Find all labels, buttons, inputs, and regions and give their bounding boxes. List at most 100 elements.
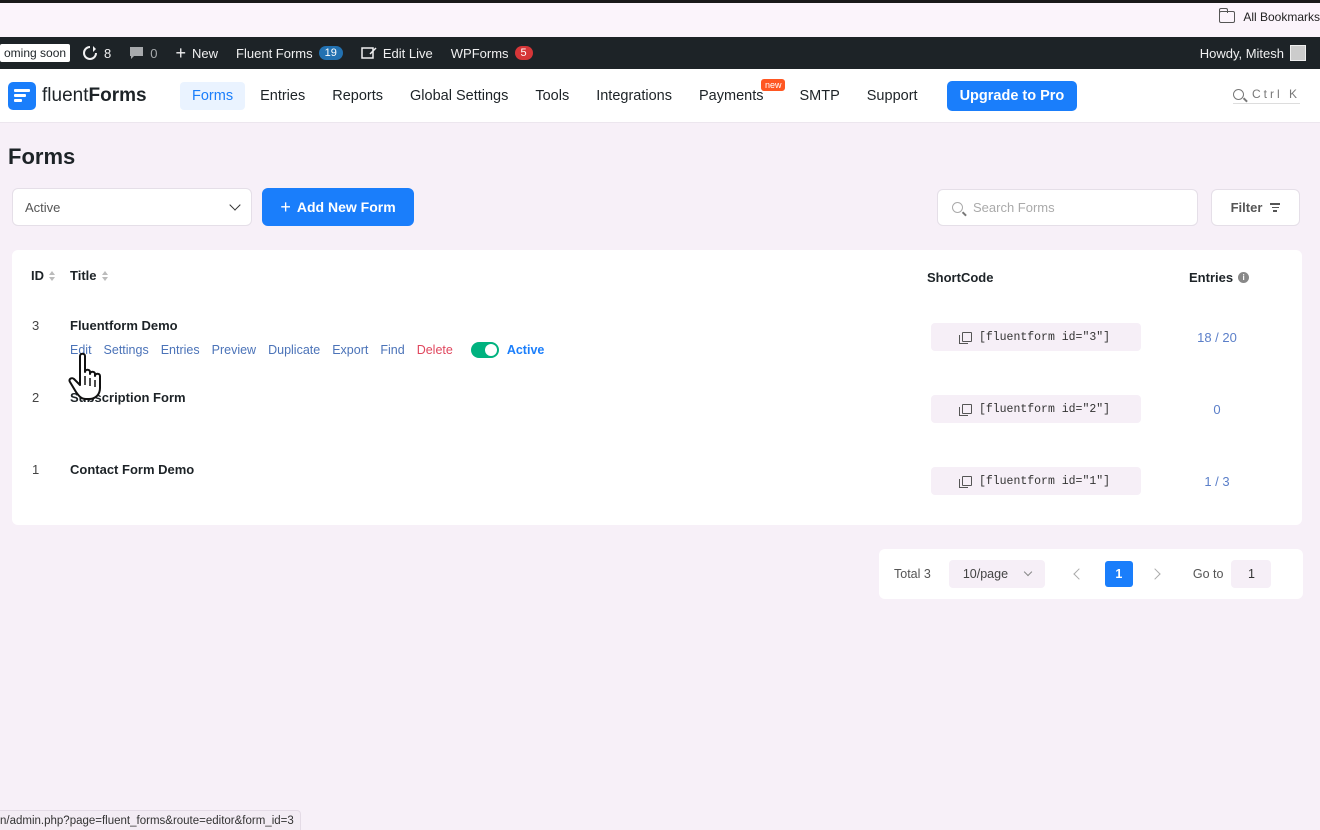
search-forms <box>937 189 1198 226</box>
nav-tools[interactable]: Tools <box>523 82 581 110</box>
search-icon <box>952 202 963 213</box>
bookmarks-bar: All Bookmarks <box>0 3 1320 37</box>
comments-count: 0 <box>150 45 158 61</box>
fluent-forms-item[interactable]: Fluent Forms 19 <box>236 46 343 61</box>
shortcode-text: [fluentform id="2"] <box>978 402 1111 416</box>
coming-soon-badge[interactable]: oming soon <box>0 44 71 62</box>
all-bookmarks[interactable]: All Bookmarks <box>1218 8 1320 24</box>
nav-global-settings[interactable]: Global Settings <box>398 82 520 110</box>
nav-reports[interactable]: Reports <box>320 82 395 110</box>
filter-label: Filter <box>1230 200 1263 215</box>
shortcode-copy[interactable]: [fluentform id="3"] <box>931 323 1141 351</box>
page-size-select[interactable]: 10/page <box>948 560 1045 588</box>
folder-icon <box>1218 8 1236 23</box>
link-status-bar: n/admin.php?page=fluent_forms&route=edit… <box>0 810 301 830</box>
entries-count[interactable]: 1 / 3 <box>1172 474 1262 489</box>
table-row[interactable]: 3 Fluentform Demo Edit Settings Entries … <box>12 318 1302 390</box>
action-export[interactable]: Export <box>332 343 368 357</box>
search-forms-input[interactable] <box>973 200 1173 215</box>
total-count: Total 3 <box>894 567 931 581</box>
row-actions: Edit Settings Entries Preview Duplicate … <box>70 342 544 358</box>
action-find[interactable]: Find <box>380 343 404 357</box>
table-row[interactable]: 2 Subscription Form [fluentform id="2"] … <box>12 390 1302 462</box>
filter-button[interactable]: Filter <box>1211 189 1300 226</box>
active-toggle[interactable] <box>470 342 499 358</box>
copy-icon <box>958 476 972 488</box>
wpforms-label: WPForms <box>450 45 509 61</box>
fluent-forms-label: Fluent Forms <box>236 45 313 61</box>
action-entries[interactable]: Entries <box>161 343 200 357</box>
pagination: Total 3 10/page 1 Go to 1 <box>879 549 1303 599</box>
shortcode-text: [fluentform id="3"] <box>978 330 1111 344</box>
nav-payments[interactable]: Payments new <box>687 78 786 110</box>
sort-icon <box>49 270 55 281</box>
filter-icon <box>1270 203 1281 212</box>
edit-live-label: Edit Live <box>382 45 433 61</box>
action-duplicate[interactable]: Duplicate <box>268 343 320 357</box>
row-title[interactable]: Contact Form Demo <box>70 462 194 477</box>
search-icon <box>1233 88 1244 100</box>
fluentforms-logo-icon <box>8 81 36 110</box>
all-bookmarks-label: All Bookmarks <box>1243 10 1320 24</box>
shortcode-copy[interactable]: [fluentform id="1"] <box>931 467 1141 495</box>
action-settings[interactable]: Settings <box>104 343 149 357</box>
search-shortcut: Ctrl K <box>1252 87 1300 101</box>
status-select[interactable]: Active <box>12 188 252 226</box>
add-new-form-button[interactable]: + Add New Form <box>262 188 414 226</box>
chevron-down-icon <box>1023 567 1033 577</box>
nav-entries[interactable]: Entries <box>248 82 317 110</box>
action-delete[interactable]: Delete <box>417 343 453 357</box>
sort-icon <box>101 270 108 281</box>
hand-pointer-cursor-icon <box>68 352 101 400</box>
page-size-value: 10/page <box>962 567 1009 581</box>
row-title[interactable]: Fluentform Demo <box>70 318 178 333</box>
howdy-label: Howdy, Mitesh <box>1199 45 1284 61</box>
wpforms-item[interactable]: WPForms 5 <box>451 46 533 61</box>
avatar <box>1290 45 1306 61</box>
copy-icon <box>958 332 972 344</box>
updates-count: 8 <box>104 45 112 61</box>
edit-live-item[interactable]: Edit Live <box>361 46 433 61</box>
nav-support[interactable]: Support <box>855 82 930 110</box>
row-id: 3 <box>32 318 40 333</box>
nav-payments-label: Payments <box>699 87 764 104</box>
header-id[interactable]: ID <box>31 268 55 283</box>
nav-integrations[interactable]: Integrations <box>584 82 684 110</box>
updates-item[interactable]: 8 <box>82 45 111 61</box>
entries-count[interactable]: 18 / 20 <box>1172 330 1262 345</box>
prev-page-icon[interactable] <box>1073 568 1085 580</box>
forms-table: ID Title ShortCode Entries i 3 Fluentfor… <box>12 250 1302 525</box>
entries-count[interactable]: 0 <box>1172 402 1262 417</box>
upgrade-to-pro-button[interactable]: Upgrade to Pro <box>946 80 1078 111</box>
fluentforms-logo[interactable]: fluentForms <box>8 81 180 110</box>
nav-smtp[interactable]: SMTP <box>787 82 851 110</box>
add-new-form-label: Add New Form <box>296 199 396 215</box>
table-row[interactable]: 1 Contact Form Demo [fluentform id="1"] … <box>12 462 1302 534</box>
comment-icon <box>130 47 144 59</box>
action-preview[interactable]: Preview <box>212 343 256 357</box>
new-badge: new <box>760 78 786 91</box>
header-shortcode: ShortCode <box>927 270 994 285</box>
updates-icon <box>83 46 98 60</box>
goto-input[interactable]: 1 <box>1231 560 1272 588</box>
info-icon[interactable]: i <box>1238 272 1250 283</box>
plugin-nav: fluentForms Forms Entries Reports Global… <box>0 69 1320 123</box>
active-status-label: Active <box>506 343 545 357</box>
new-item[interactable]: + New <box>176 44 219 62</box>
plus-icon: + <box>280 197 291 217</box>
wp-admin-bar: oming soon 8 0 + New Fluent Forms 19 Edi… <box>0 37 1320 69</box>
account-menu[interactable]: Howdy, Mitesh <box>1200 37 1306 69</box>
page-title: Forms <box>8 144 76 169</box>
header-title[interactable]: Title <box>70 268 108 283</box>
shortcode-copy[interactable]: [fluentform id="2"] <box>931 395 1141 423</box>
global-search[interactable]: Ctrl K <box>1233 87 1300 104</box>
row-id: 1 <box>32 462 40 477</box>
nav-forms[interactable]: Forms <box>180 81 246 110</box>
wpforms-badge: 5 <box>514 46 533 60</box>
current-page[interactable]: 1 <box>1104 561 1133 587</box>
row-id: 2 <box>32 390 40 405</box>
next-page-icon[interactable] <box>1149 568 1161 580</box>
chevron-down-icon <box>229 199 241 211</box>
comments-item[interactable]: 0 <box>129 45 158 61</box>
nav-list: Forms Entries Reports Global Settings To… <box>180 78 1078 111</box>
